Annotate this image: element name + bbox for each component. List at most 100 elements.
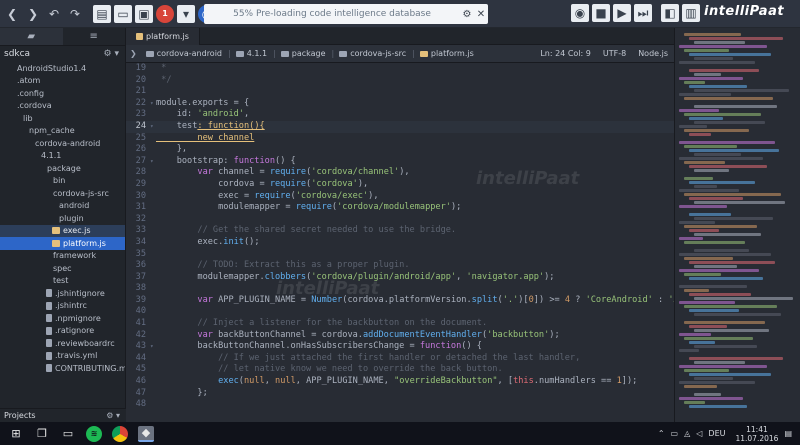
gear-icon[interactable]: ⚙ ▾: [104, 49, 119, 59]
minimap[interactable]: [674, 28, 800, 422]
code-line[interactable]: 30 exec = require('cordova/exec'),: [126, 191, 674, 203]
tree-item[interactable]: spec: [0, 262, 125, 275]
play-all-icon[interactable]: ⏭: [634, 4, 652, 22]
code-line[interactable]: 24 ▾ test: function(){: [126, 120, 674, 133]
windows-start-icon[interactable]: ⊞: [8, 426, 24, 442]
code-line[interactable]: 35: [126, 249, 674, 261]
tree-item[interactable]: lib: [0, 112, 125, 125]
tab-files[interactable]: ▰: [0, 28, 63, 45]
tree-item[interactable]: package: [0, 162, 125, 175]
code-line[interactable]: 22 ▾ module.exports = {: [126, 98, 674, 110]
redo-icon[interactable]: ↷: [66, 5, 84, 23]
status-field[interactable]: 55% Pre-loading code intelligence databa…: [204, 4, 488, 24]
stop-icon[interactable]: ■: [592, 4, 610, 22]
volume-icon[interactable]: ◁: [696, 429, 702, 438]
breadcrumb-item[interactable]: cordova-js-src: [334, 49, 412, 58]
breadcrumb-arrow-icon[interactable]: ❯: [126, 49, 141, 58]
tree-item[interactable]: .atom: [0, 75, 125, 88]
notifications-icon[interactable]: ▤: [784, 429, 792, 438]
code-line[interactable]: 40: [126, 306, 674, 318]
tree-item[interactable]: .config: [0, 87, 125, 100]
code-line[interactable]: 21: [126, 86, 674, 98]
code-line[interactable]: 27 ▾ bootstrap: function() {: [126, 156, 674, 168]
code-area[interactable]: 19 * 20 */21 22 ▾ module.exports = {23 id: '…: [126, 63, 674, 422]
tree-item[interactable]: AndroidStudio1.4: [0, 62, 125, 75]
tree-item[interactable]: .cordova: [0, 100, 125, 113]
preview-icon[interactable]: ◧: [661, 4, 679, 22]
forward-icon[interactable]: ❯: [24, 5, 42, 23]
code-line[interactable]: 46 exec(null, null, APP_PLUGIN_NAME, "ov…: [126, 376, 674, 388]
tree-item[interactable]: .travis.yml: [0, 350, 125, 363]
code-line[interactable]: 32: [126, 214, 674, 226]
tree-item[interactable]: android: [0, 200, 125, 213]
tree-item[interactable]: framework: [0, 250, 125, 263]
tree-item[interactable]: .reviewboardrc: [0, 337, 125, 350]
explorer-icon[interactable]: ▭: [60, 426, 76, 442]
keyboard-lang[interactable]: DEU: [708, 429, 725, 438]
tree-item[interactable]: .npmignore: [0, 312, 125, 325]
code-line[interactable]: 45 // let native know we need to overrid…: [126, 364, 674, 376]
tree-item[interactable]: .ratignore: [0, 325, 125, 338]
spotify-icon[interactable]: ≋: [86, 425, 102, 442]
cursor-position[interactable]: Ln: 24 Col: 9: [534, 49, 597, 58]
code-line[interactable]: 23 id: 'android',: [126, 109, 674, 121]
breadcrumb-item[interactable]: cordova-android: [141, 49, 228, 58]
breadcrumb-item[interactable]: package: [276, 49, 332, 58]
code-line[interactable]: 28 var channel = require('cordova/channe…: [126, 167, 674, 179]
tab-platform-js[interactable]: platform.js: [126, 28, 200, 45]
layout-icon[interactable]: ▥: [682, 4, 700, 22]
tree-item[interactable]: .jshintrc: [0, 300, 125, 313]
code-line[interactable]: 34 exec.init();: [126, 237, 674, 249]
tree-item[interactable]: exec.js: [0, 224, 125, 237]
komodo-icon[interactable]: ◆: [138, 425, 154, 442]
network-icon[interactable]: ◬: [684, 429, 690, 438]
record-icon[interactable]: ◉: [571, 4, 589, 22]
code-line[interactable]: 44 // If we just attached the first hand…: [126, 353, 674, 365]
language-select[interactable]: Node.js: [632, 49, 674, 58]
tree-item[interactable]: bin: [0, 175, 125, 188]
code-line[interactable]: 42 var backButtonChannel = cordova.addDo…: [126, 330, 674, 342]
code-line[interactable]: 41 // Inject a listener for the backbutt…: [126, 318, 674, 330]
battery-icon[interactable]: ▭: [671, 429, 679, 438]
settings-icon[interactable]: ⚙: [460, 9, 474, 20]
new-file-icon[interactable]: ▤: [93, 4, 111, 23]
tree-item[interactable]: platform.js: [0, 237, 125, 250]
chrome-icon[interactable]: [112, 425, 128, 442]
tree-item[interactable]: 4.1.1: [0, 150, 125, 163]
code-line[interactable]: 29 cordova = require('cordova'),: [126, 179, 674, 191]
code-line[interactable]: 38: [126, 283, 674, 295]
close-icon[interactable]: ✕: [474, 9, 488, 20]
tree-item[interactable]: cordova-js-src: [0, 187, 125, 200]
save-icon[interactable]: ▣: [135, 4, 153, 23]
tree-item[interactable]: plugin: [0, 212, 125, 225]
code-line[interactable]: 37 modulemapper.clobbers('cordova/plugin…: [126, 272, 674, 284]
tree-item[interactable]: CONTRIBUTING.md: [0, 362, 125, 375]
code-line[interactable]: 36 // TODO: Extract this as a proper plu…: [126, 260, 674, 272]
tab-code-browser[interactable]: ≡: [63, 28, 126, 45]
clock[interactable]: 11:41 11.07.2016: [735, 425, 778, 443]
projects-gear-icon[interactable]: ⚙ ▾: [106, 411, 120, 420]
code-line[interactable]: 20 */: [126, 75, 674, 87]
code-line[interactable]: 25 new channel: [126, 133, 674, 145]
task-view-icon[interactable]: ❐: [34, 426, 50, 442]
breadcrumb-item[interactable]: platform.js: [415, 49, 480, 58]
code-line[interactable]: 43 ▾ backButtonChannel.onHasSubscribersCh…: [126, 341, 674, 353]
open-folder-icon[interactable]: ▭: [114, 4, 132, 23]
tray-up-icon[interactable]: ⌃: [658, 429, 665, 438]
back-icon[interactable]: ❮: [3, 5, 21, 23]
code-line[interactable]: 47 };: [126, 388, 674, 400]
tree-item[interactable]: test: [0, 275, 125, 288]
code-line[interactable]: 19 *: [126, 63, 674, 75]
dropdown-icon[interactable]: ▾: [177, 4, 195, 23]
sidebar-root[interactable]: sdkca ⚙ ▾: [0, 46, 125, 62]
play-icon[interactable]: ▶: [613, 4, 631, 22]
encoding-select[interactable]: UTF-8: [597, 49, 632, 58]
notification-badge[interactable]: 1: [156, 4, 174, 23]
tree-item[interactable]: .jshintignore: [0, 287, 125, 300]
code-line[interactable]: 39 var APP_PLUGIN_NAME = Number(cordova.…: [126, 295, 674, 307]
projects-bar[interactable]: Projects ⚙ ▾: [0, 408, 126, 422]
undo-icon[interactable]: ↶: [45, 5, 63, 23]
tree-item[interactable]: cordova-android: [0, 137, 125, 150]
code-line[interactable]: 48: [126, 399, 674, 411]
breadcrumb-item[interactable]: 4.1.1: [231, 49, 273, 58]
